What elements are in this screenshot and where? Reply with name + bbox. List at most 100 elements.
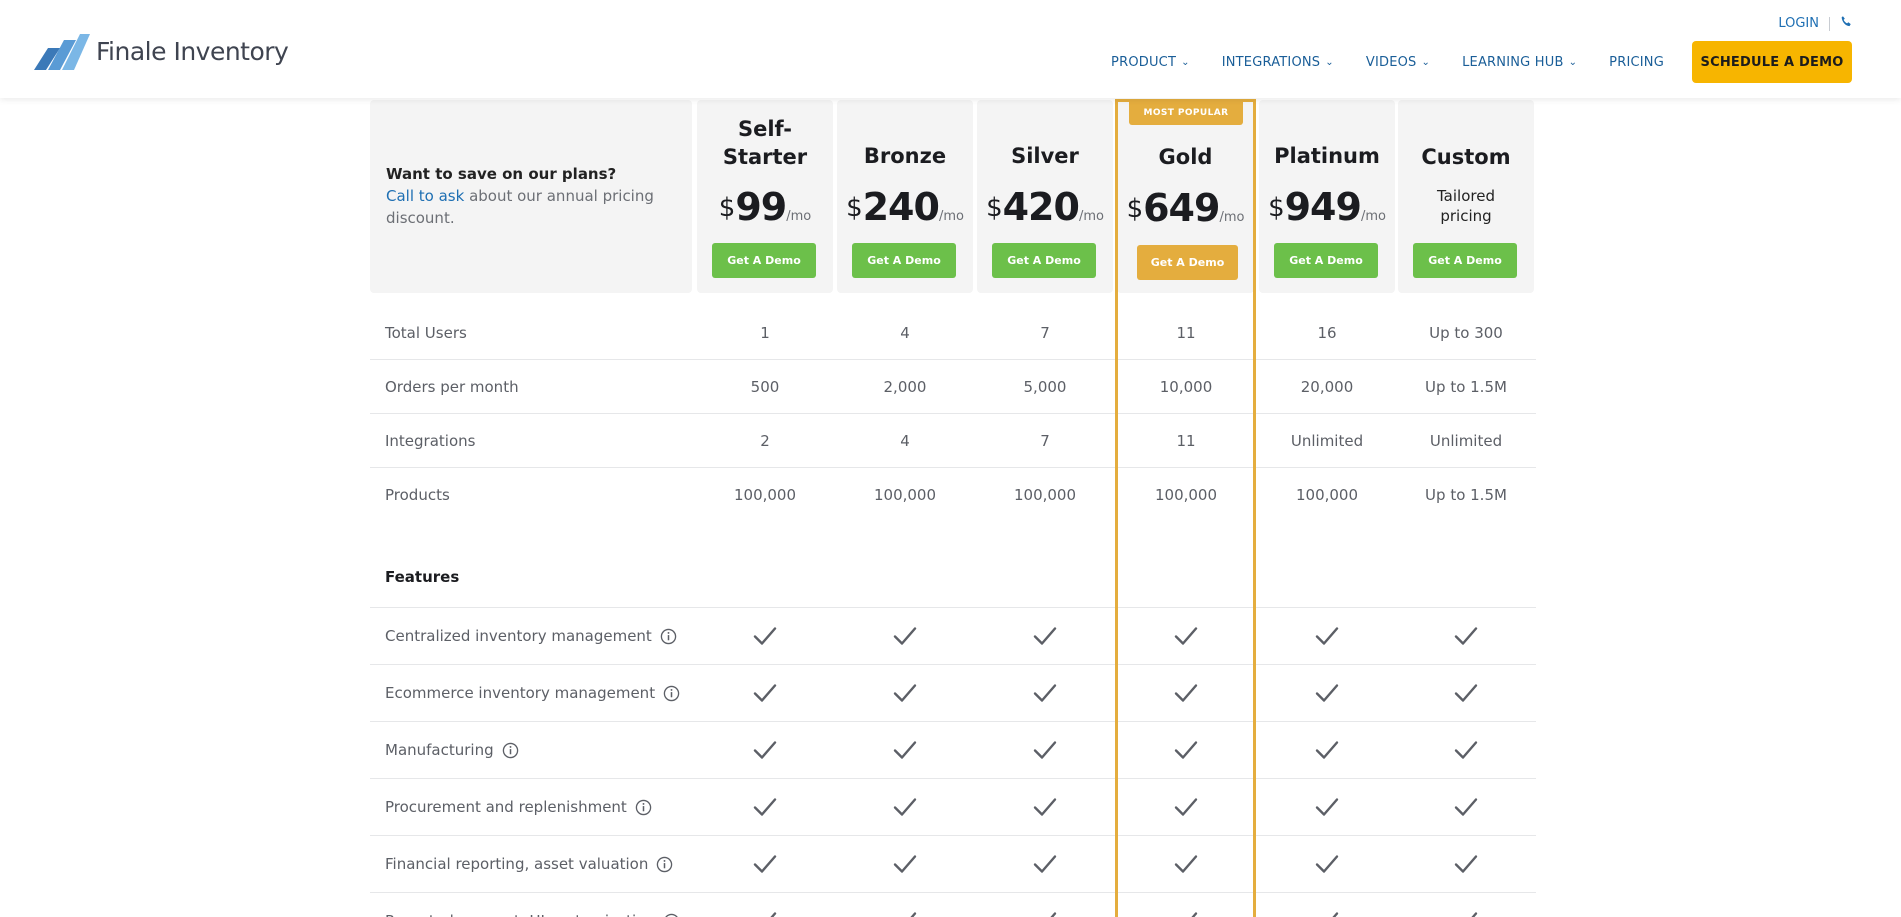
currency: $ [846,193,863,223]
plan-name: Custom [1421,145,1511,169]
table-cell: 100,000 [873,486,937,504]
table-cell: 4 [900,431,910,450]
annual-discount-card: Want to save on our plans? Call to ask a… [370,100,692,293]
feature-row: Report, document, UI customization [370,893,1536,917]
logo[interactable]: Finale Inventory [34,30,289,72]
table-cell: 500 [750,377,780,396]
table-cell: 100,000 [1013,486,1077,504]
check-icon [1259,608,1395,664]
table-cell: 10,000 [1159,377,1213,396]
check-icon [697,608,833,664]
feature-row: Financial reporting, asset valuation [370,836,1536,893]
table-row-total-users: Total Users 1 4 7 11 16 Up to 300 [370,306,1536,360]
get-demo-button[interactable]: Get A Demo [1274,243,1378,278]
feature-label-text: Procurement and replenishment [385,798,627,816]
check-icon [1118,779,1254,835]
price-amount: 420 [1002,185,1080,229]
features-heading-row [370,553,1536,608]
table-cell: 20,000 [1300,377,1354,396]
get-demo-button[interactable]: Get A Demo [1413,243,1517,278]
get-demo-button[interactable]: Get A Demo [852,243,956,278]
info-icon[interactable] [502,742,519,759]
table-cell: 1 [760,323,770,342]
info-icon[interactable] [656,856,673,873]
chevron-down-icon: ⌄ [1181,56,1190,68]
plan-name: Self- Starter [697,115,833,171]
logo-text: Finale Inventory [96,36,289,66]
info-icon[interactable] [635,799,652,816]
feature-label-text: Manufacturing [385,741,494,759]
check-icon [837,893,973,917]
nav-videos[interactable]: VIDEOS ⌄ [1366,55,1430,70]
check-icon [1118,665,1254,721]
info-icon[interactable] [660,628,677,645]
row-label: Products [385,486,450,504]
price-amount: 240 [862,185,940,229]
check-icon [697,836,833,892]
check-icon [1118,836,1254,892]
nav-integrations[interactable]: INTEGRATIONS ⌄ [1222,55,1334,70]
feature-label: Ecommerce inventory management [385,665,680,721]
currency: $ [718,193,736,223]
plan-name: Gold [1158,145,1213,169]
feature-label: Procurement and replenishment [385,779,652,835]
table-cell: 2,000 [883,377,927,396]
check-icon [697,779,833,835]
price-period: /mo [1078,209,1104,224]
table-cell: 7 [1040,431,1050,450]
table-cell: 11 [1176,431,1196,450]
feature-label-text: Report, document, UI customization [385,912,655,917]
get-demo-button[interactable]: Get A Demo [712,243,816,278]
check-icon [837,665,973,721]
table-cell: 7 [1040,323,1050,342]
check-icon [1259,722,1395,778]
check-icon [837,836,973,892]
feature-label-text: Ecommerce inventory management [385,684,656,702]
info-icon[interactable] [663,913,680,917]
plan-card-self-starter: Self- Starter $99/mo Get A Demo [697,100,833,293]
nav-learning-hub[interactable]: LEARNING HUB ⌄ [1462,55,1577,70]
plan-card-platinum: Platinum $949/mo Get A Demo [1259,100,1395,293]
tailored-pricing: Tailored pricing [1398,186,1534,226]
check-icon [1398,722,1534,778]
plan-name-line1: Self- [737,117,793,141]
plan-price: $99/mo [697,185,833,229]
row-label: Total Users [385,323,467,342]
table-row-products: Products 100,000 100,000 100,000 100,000… [370,468,1536,522]
check-icon [977,893,1113,917]
table-row-integrations: Integrations 2 4 7 11 Unlimited Unlimite… [370,414,1536,468]
get-demo-button[interactable]: Get A Demo [992,243,1096,278]
call-to-ask-link[interactable]: Call to ask [386,187,464,205]
table-cell: 100,000 [1154,486,1218,504]
nav-product[interactable]: PRODUCT ⌄ [1111,55,1190,70]
check-icon [837,608,973,664]
check-icon [837,722,973,778]
nav-product-label: PRODUCT [1111,54,1177,70]
plan-name-line2: Starter [722,145,808,169]
info-icon[interactable] [663,685,680,702]
plan-price: $420/mo [977,185,1113,229]
feature-label: Centralized inventory management [385,608,677,664]
tailored-line2: pricing [1440,207,1492,225]
table-cell: 100,000 [1295,486,1359,504]
schedule-demo-button[interactable]: SCHEDULE A DEMO [1692,41,1852,83]
table-row-orders-per-month: Orders per month 500 2,000 5,000 10,000 … [370,360,1536,414]
feature-label: Report, document, UI customization [385,893,680,917]
currency: $ [1126,194,1144,224]
check-icon [1398,779,1534,835]
plan-name: Bronze [863,144,947,168]
nav-pricing[interactable]: PRICING [1609,55,1664,70]
plan-price: $949/mo [1259,185,1395,229]
table-cell: Unlimited [1429,431,1503,450]
plan-card-custom: Custom Tailored pricing Get A Demo [1398,100,1534,293]
get-demo-button[interactable]: Get A Demo [1137,245,1238,280]
phone-icon[interactable] [1840,15,1853,32]
top-links: LOGIN [1778,15,1853,32]
check-icon [1259,893,1395,917]
price-amount: 649 [1143,186,1220,230]
feature-label-text: Centralized inventory management [385,627,652,645]
check-icon [697,722,833,778]
check-icon [977,836,1113,892]
table-cell: Up to 1.5M [1425,486,1507,504]
login-link[interactable]: LOGIN [1778,16,1819,31]
